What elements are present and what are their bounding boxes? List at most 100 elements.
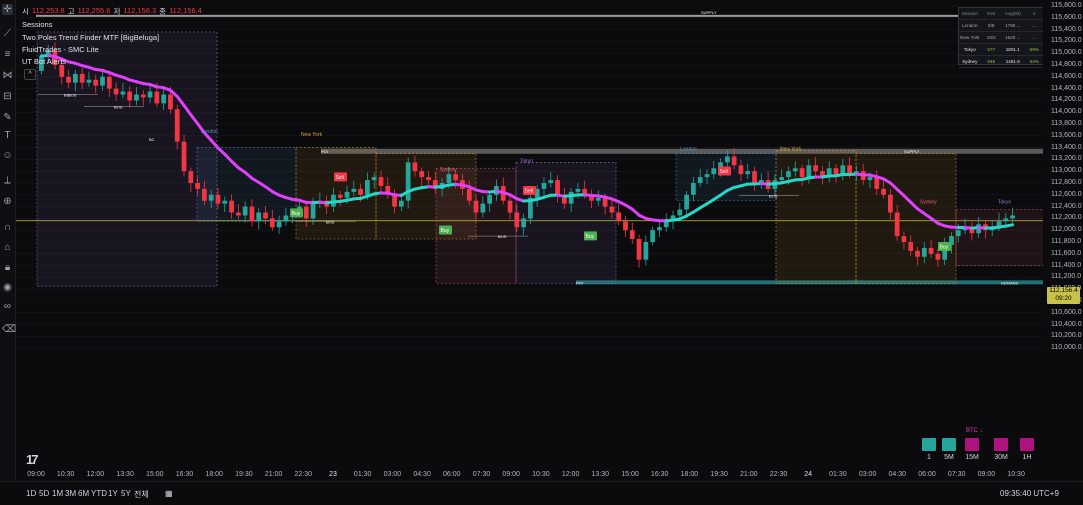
- clock[interactable]: 09:35:40 UTC+9: [1000, 489, 1059, 498]
- timeframe-trend-panel: 15M15M30M1H: [920, 438, 1040, 463]
- ohlc-value: 112,156.3: [123, 6, 156, 17]
- timeframe-box: [1020, 438, 1034, 451]
- ohlc-key: 종: [159, 6, 166, 17]
- candle-body: [66, 77, 71, 83]
- time-tick: 01:30: [829, 471, 847, 478]
- session-box: [856, 154, 956, 284]
- range-button[interactable]: 전체: [134, 489, 149, 500]
- range-button[interactable]: 6M: [78, 489, 89, 498]
- price-tick: 111,800.0: [1051, 238, 1081, 245]
- price-tick: 115,200.0: [1051, 37, 1082, 44]
- price-chart[interactable]: SUPPLYSUPPLYDEMANDPOIPOIBOSBOSBOSBOSBOSB…: [16, 0, 1043, 469]
- candle-body: [508, 201, 513, 213]
- table-cell: Sydney: [959, 59, 981, 64]
- magnet-icon[interactable]: ∩: [2, 222, 13, 233]
- candle-body: [229, 201, 234, 213]
- lock-drawing-icon[interactable]: ⌂: [2, 242, 13, 253]
- text-icon[interactable]: T: [2, 130, 13, 141]
- candle-body: [80, 74, 85, 83]
- buy-label: Buy: [586, 234, 595, 240]
- candle-body: [121, 92, 126, 95]
- table-row: Tokyo5771801.159%: [959, 44, 1045, 56]
- emoji-icon[interactable]: ☺: [2, 150, 13, 161]
- date-range-icon[interactable]: ▦: [165, 489, 173, 498]
- candle-body: [188, 171, 193, 183]
- time-tick: 09:00: [502, 471, 520, 478]
- candle-body: [936, 254, 941, 260]
- ohlc-key: 저: [113, 6, 120, 17]
- range-button[interactable]: 1Y: [108, 489, 118, 498]
- time-axis[interactable]: 09:0010:3012:0013:3015:0016:3018:0019:30…: [16, 469, 1043, 481]
- lock-icon[interactable]: 🔒︎: [2, 262, 13, 273]
- table-cell: 1790 ...: [1002, 23, 1024, 28]
- candle-body: [684, 195, 689, 210]
- table-row: Sydney9451481.864%: [959, 56, 1045, 68]
- ruler-icon[interactable]: ⟂: [2, 175, 13, 186]
- range-button[interactable]: 5Y: [121, 489, 131, 498]
- tradingview-logo[interactable]: 17: [26, 452, 36, 467]
- candle-body: [467, 189, 472, 201]
- range-button[interactable]: 1M: [52, 489, 63, 498]
- ohlc-value: 112,156.4: [169, 6, 202, 17]
- candle-body: [1010, 215, 1015, 218]
- trendline-icon[interactable]: ⟋: [2, 28, 13, 39]
- ohlc-key: 시: [22, 6, 29, 17]
- price-tick: 114,000.0: [1051, 108, 1082, 115]
- collapse-legend-icon[interactable]: ^: [24, 69, 36, 80]
- crosshair-icon[interactable]: ✛: [2, 4, 13, 15]
- range-button[interactable]: 1D: [26, 489, 36, 498]
- time-tick: 19:30: [235, 471, 253, 478]
- pattern-icon[interactable]: ⋈: [2, 70, 13, 81]
- candle-body: [365, 180, 370, 195]
- table-cell: Avg(50): [1002, 11, 1024, 16]
- range-button[interactable]: 5D: [39, 489, 49, 498]
- candle-body: [698, 177, 703, 183]
- poi-label: POI: [321, 149, 328, 154]
- eye-icon[interactable]: ◉: [2, 282, 13, 293]
- candle-body: [358, 189, 363, 195]
- candle-body: [779, 177, 784, 180]
- buy-label: Buy: [292, 211, 301, 217]
- table-cell: Ove: [981, 11, 1003, 16]
- price-tick: 113,800.0: [1051, 120, 1082, 127]
- price-tick: 113,400.0: [1051, 144, 1082, 151]
- sell-label: Sell: [336, 175, 344, 181]
- brush-icon[interactable]: ✎: [2, 112, 13, 123]
- session-box: [956, 210, 1043, 266]
- candle-body: [514, 213, 519, 228]
- indicator-ut-bot[interactable]: UT Bot Alerts: [22, 57, 66, 66]
- indicator-sessions[interactable]: Sessions: [22, 20, 52, 29]
- candle-body: [93, 80, 98, 86]
- candle-body: [263, 213, 268, 219]
- time-tick: 10:30: [57, 471, 75, 478]
- table-cell: ...: [1024, 23, 1046, 28]
- time-tick: 01:30: [354, 471, 372, 478]
- range-button[interactable]: 3M: [65, 489, 76, 498]
- poi-label: POI: [576, 280, 583, 285]
- candle-body: [895, 213, 900, 237]
- candle-body: [73, 74, 78, 83]
- price-tick: 113,200.0: [1051, 155, 1082, 162]
- trash-icon[interactable]: ⌫: [2, 324, 13, 335]
- candle-body: [657, 227, 662, 230]
- time-tick: 13:30: [592, 471, 610, 478]
- zoom-icon[interactable]: ⊕: [2, 196, 13, 207]
- link-icon[interactable]: ∞: [2, 301, 13, 312]
- indicator-fluidtrades[interactable]: FluidTrades - SMC Lite: [22, 45, 99, 54]
- fib-icon[interactable]: ≡: [2, 49, 13, 60]
- table-cell: 59%: [1024, 47, 1046, 52]
- price-tick: 115,800.0: [1051, 2, 1082, 9]
- time-tick: 10:30: [532, 471, 550, 478]
- time-tick: 22:30: [295, 471, 313, 478]
- indicator-two-poles[interactable]: Two Poles Trend Finder MTF [BigBeluga]: [22, 33, 159, 42]
- session-box: [516, 162, 616, 283]
- candle-body: [868, 177, 873, 180]
- candle-body: [643, 242, 648, 260]
- candle-body: [555, 180, 560, 195]
- measure-icon[interactable]: ⊟: [2, 91, 13, 102]
- price-axis[interactable]: 115,800.0115,600.0115,400.0115,200.0115,…: [1043, 0, 1083, 469]
- range-button[interactable]: YTD: [91, 489, 107, 498]
- ohlc-values: 시112,253.8고112,255.6저112,156.3종112,156.4: [22, 6, 202, 17]
- candle-body: [745, 171, 750, 174]
- table-cell: Tokyo: [959, 47, 981, 52]
